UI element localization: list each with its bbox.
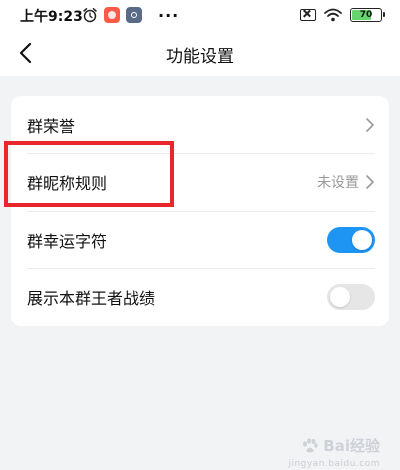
settings-item-group-honor[interactable]: 群荣誉 bbox=[11, 96, 389, 153]
settings-item-lucky-char: 群幸运字符 bbox=[11, 211, 389, 268]
watermark: Bai经验 bbox=[301, 435, 380, 456]
chevron-right-icon bbox=[366, 117, 374, 132]
settings-card: 群荣誉 群昵称规则 未设置 群幸运字符 展示本群王者战绩 bbox=[11, 96, 389, 326]
settings-item-value: 未设置 bbox=[317, 174, 359, 191]
alarm-icon bbox=[83, 8, 97, 23]
watermark-subtext: jingyan.baidu.com bbox=[288, 459, 380, 469]
status-time: 上午9:23 bbox=[20, 9, 83, 25]
settings-item-label: 群荣誉 bbox=[27, 116, 76, 136]
app-notification-icon-2 bbox=[126, 7, 142, 23]
toggle-knob bbox=[330, 286, 350, 307]
wifi-icon bbox=[324, 8, 342, 22]
status-icons-left: ··· bbox=[82, 5, 180, 25]
nav-bar: 功能设置 bbox=[0, 30, 400, 76]
chevron-right-icon bbox=[366, 174, 374, 189]
settings-item-label: 群幸运字符 bbox=[27, 231, 108, 251]
battery-icon: 70 bbox=[350, 8, 385, 22]
paw-icon bbox=[303, 437, 319, 452]
settings-item-label: 展示本群王者战绩 bbox=[27, 288, 156, 308]
page-title: 功能设置 bbox=[166, 47, 234, 67]
lucky-char-toggle[interactable] bbox=[327, 226, 375, 253]
sim-off-icon bbox=[300, 9, 316, 21]
battery-level: 70 bbox=[359, 10, 373, 20]
status-bar: 上午9:23 ··· 70 bbox=[0, 0, 400, 30]
king-record-toggle[interactable] bbox=[327, 283, 375, 310]
app-notification-icon bbox=[104, 7, 120, 23]
settings-item-king-record: 展示本群王者战绩 bbox=[11, 268, 389, 325]
settings-item-nickname-rule[interactable]: 群昵称规则 未设置 bbox=[11, 153, 389, 210]
status-icons-right: 70 bbox=[300, 6, 385, 24]
more-notifications-icon: ··· bbox=[158, 5, 180, 25]
settings-item-label: 群昵称规则 bbox=[27, 173, 108, 193]
watermark-text: Bai经验 bbox=[323, 437, 380, 455]
toggle-knob bbox=[352, 229, 372, 250]
